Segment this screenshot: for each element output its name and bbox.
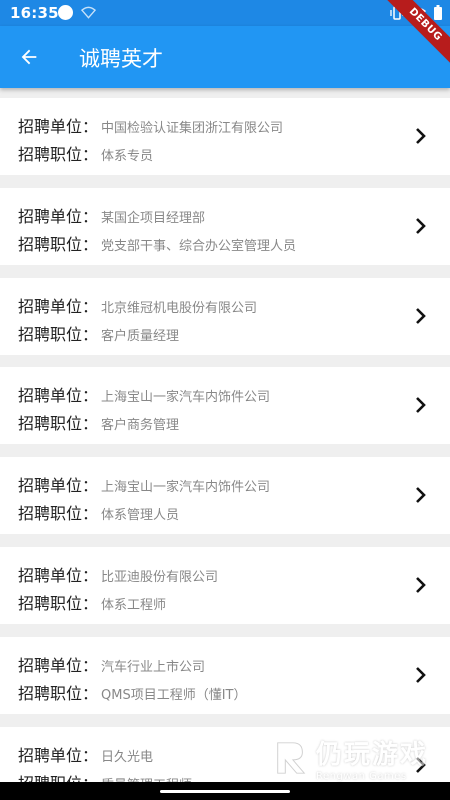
- company-label: 招聘单位：: [18, 117, 99, 136]
- company-row: 招聘单位： 汽车行业上市公司: [18, 652, 205, 676]
- watermark-logo: 仍玩游戏 Rengwan Games: [272, 734, 428, 782]
- company-label: 招聘单位：: [18, 476, 99, 496]
- job-list: 招聘单位： 中国检验认证集团浙江有限公司 招聘职位： 体系专员 招聘单位： 某国…: [0, 88, 450, 800]
- wifi-question-icon: [81, 6, 96, 19]
- position-row: 招聘职位： 客户商务管理: [18, 410, 179, 434]
- job-card[interactable]: 招聘单位： 汽车行业上市公司 招聘职位： QMS项目工程师（懂IT）: [0, 636, 450, 714]
- job-card[interactable]: 招聘单位： 上海宝山一家汽车内饰件公司 招聘职位： 体系管理人员: [0, 457, 450, 535]
- company-name: 某国企项目经理部: [101, 210, 206, 226]
- job-card[interactable]: 招聘单位： 上海宝山一家汽车内饰件公司 招聘职位： 客户商务管理: [0, 367, 450, 445]
- position-label: 招聘职位：: [18, 504, 99, 524]
- company-name: 比亚迪股份有限公司: [101, 569, 219, 585]
- company-row: 招聘单位： 比亚迪股份有限公司: [18, 562, 218, 586]
- company-row: 招聘单位： 某国企项目经理部: [18, 203, 205, 227]
- chevron-right-icon: [416, 217, 426, 234]
- status-bar: 16:35: [0, 0, 450, 26]
- company-label: 招聘单位：: [18, 745, 99, 765]
- company-name: 汽车行业上市公司: [101, 659, 206, 675]
- position-row: 招聘职位： QMS项目工程师（懂IT）: [18, 680, 247, 704]
- company-label: 招聘单位：: [18, 655, 99, 675]
- battery-icon: [434, 5, 442, 20]
- position-row: 招聘职位： 体系工程师: [18, 590, 166, 614]
- back-button[interactable]: [12, 40, 46, 74]
- position-label: 招聘职位：: [18, 683, 99, 703]
- company-row: 招聘单位： 北京维冠机电股份有限公司: [18, 293, 257, 317]
- chevron-right-icon: [416, 666, 426, 683]
- company-name: 日久光电: [101, 749, 154, 765]
- company-name: 上海宝山一家汽车内饰件公司: [101, 480, 271, 496]
- company-name: 北京维冠机电股份有限公司: [101, 300, 258, 316]
- position-name: 体系专员: [101, 149, 154, 164]
- chevron-right-icon: [416, 397, 426, 414]
- position-name: 体系工程师: [101, 597, 167, 613]
- position-label: 招聘职位：: [18, 414, 99, 434]
- company-label: 招聘单位：: [18, 565, 99, 585]
- position-name: QMS项目工程师（懂IT）: [101, 687, 247, 703]
- position-name: 党支部干事、综合办公室管理人员: [101, 238, 297, 254]
- position-row: 招聘职位： 客户质量经理: [18, 321, 179, 345]
- position-label: 招聘职位：: [18, 145, 99, 164]
- position-name: 客户商务管理: [101, 418, 180, 434]
- position-name: 体系管理人员: [101, 508, 180, 524]
- position-row: 招聘职位： 体系专员: [18, 141, 153, 165]
- arrow-back-icon: [21, 49, 37, 65]
- chevron-right-icon: [416, 577, 426, 593]
- company-name: 上海宝山一家汽车内饰件公司: [101, 390, 271, 406]
- position-label: 招聘职位：: [18, 324, 99, 344]
- company-row: 招聘单位： 上海宝山一家汽车内饰件公司: [18, 382, 270, 406]
- job-card[interactable]: 招聘单位： 北京维冠机电股份有限公司 招聘职位： 客户质量经理: [0, 277, 450, 355]
- status-notifications: [58, 5, 96, 20]
- job-card[interactable]: 招聘单位： 某国企项目经理部 招聘职位： 党支部干事、综合办公室管理人员: [0, 187, 450, 265]
- company-label: 招聘单位：: [18, 386, 99, 406]
- position-row: 招聘职位： 党支部干事、综合办公室管理人员: [18, 231, 296, 255]
- navigation-bar: [0, 782, 450, 800]
- job-card[interactable]: 招聘单位： 中国检验认证集团浙江有限公司 招聘职位： 体系专员: [0, 98, 450, 175]
- page-title: 诚聘英才: [79, 47, 163, 71]
- company-name: 中国检验认证集团浙江有限公司: [101, 121, 284, 136]
- position-label: 招聘职位：: [18, 593, 99, 613]
- chevron-right-icon: [416, 128, 426, 144]
- company-row: 招聘单位： 日久光电: [18, 742, 153, 766]
- position-name: 客户质量经理: [101, 328, 180, 344]
- app-notification-icon: [58, 5, 73, 20]
- home-indicator[interactable]: [160, 790, 290, 793]
- company-row: 招聘单位： 中国检验认证集团浙江有限公司: [18, 113, 283, 137]
- position-row: 招聘职位： 体系管理人员: [18, 500, 179, 524]
- watermark-en: Rengwan Games: [315, 771, 407, 782]
- rengwan-logo-icon: [277, 742, 306, 774]
- position-label: 招聘职位：: [18, 234, 99, 254]
- company-label: 招聘单位：: [18, 296, 99, 316]
- company-row: 招聘单位： 上海宝山一家汽车内饰件公司: [18, 472, 270, 496]
- chevron-right-icon: [416, 307, 426, 324]
- company-label: 招聘单位：: [18, 206, 99, 226]
- chevron-right-icon: [416, 487, 426, 504]
- watermark-cn: 仍玩游戏: [315, 740, 428, 770]
- app-bar: 诚聘英才: [0, 26, 450, 88]
- job-card[interactable]: 招聘单位： 比亚迪股份有限公司 招聘职位： 体系工程师: [0, 546, 450, 624]
- status-time: 16:35: [10, 4, 59, 22]
